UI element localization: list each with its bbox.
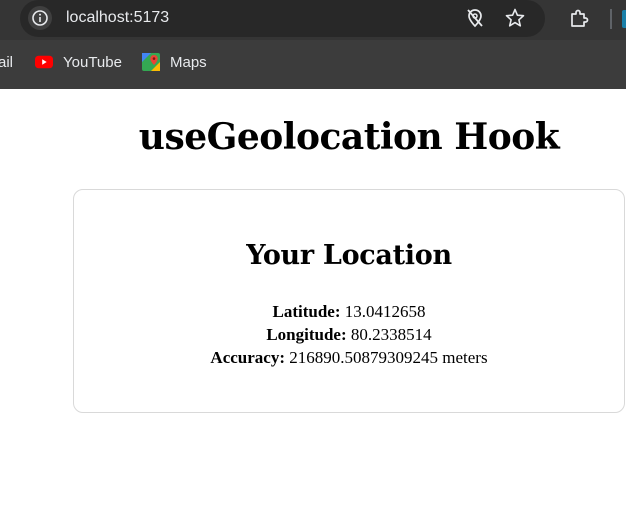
info-icon[interactable] <box>28 6 52 30</box>
url-text[interactable]: localhost:5173 <box>66 7 169 29</box>
accuracy-label: Accuracy: <box>210 348 285 367</box>
browser-chrome: localhost:5173 ail YouTube Maps <box>0 0 626 89</box>
bookmark-youtube[interactable]: YouTube <box>35 51 122 73</box>
profile-button-edge[interactable] <box>622 10 626 28</box>
bookmark-label: YouTube <box>63 53 122 71</box>
toolbar-divider <box>610 9 612 29</box>
star-icon[interactable] <box>503 6 527 30</box>
longitude-label: Longitude: <box>266 325 347 344</box>
bookmark-gmail[interactable]: ail <box>0 51 13 73</box>
puzzle-icon[interactable] <box>566 5 592 31</box>
bookmark-label: Maps <box>170 53 207 71</box>
latitude-value: 13.0412658 <box>344 302 426 321</box>
bookmark-maps[interactable]: Maps <box>142 51 207 73</box>
page-title: useGeolocation Hook <box>138 116 560 158</box>
latitude-row: Latitude: 13.0412658 <box>74 300 624 323</box>
latitude-label: Latitude: <box>272 302 341 321</box>
longitude-row: Longitude: 80.2338514 <box>74 323 624 346</box>
location-off-icon[interactable] <box>463 6 487 30</box>
longitude-value: 80.2338514 <box>350 325 432 344</box>
browser-toolbar: localhost:5173 <box>0 0 626 40</box>
card-heading: Your Location <box>246 240 452 271</box>
bookmarks-bar: ail YouTube Maps <box>0 46 626 78</box>
accuracy-value: 216890.50879309245 meters <box>289 348 488 367</box>
youtube-icon <box>35 53 53 71</box>
bookmark-label: ail <box>0 53 14 71</box>
accuracy-row: Accuracy: 216890.50879309245 meters <box>74 346 624 369</box>
maps-icon <box>142 53 160 71</box>
location-card: Your Location Latitude: 13.0412658 Longi… <box>73 189 625 413</box>
